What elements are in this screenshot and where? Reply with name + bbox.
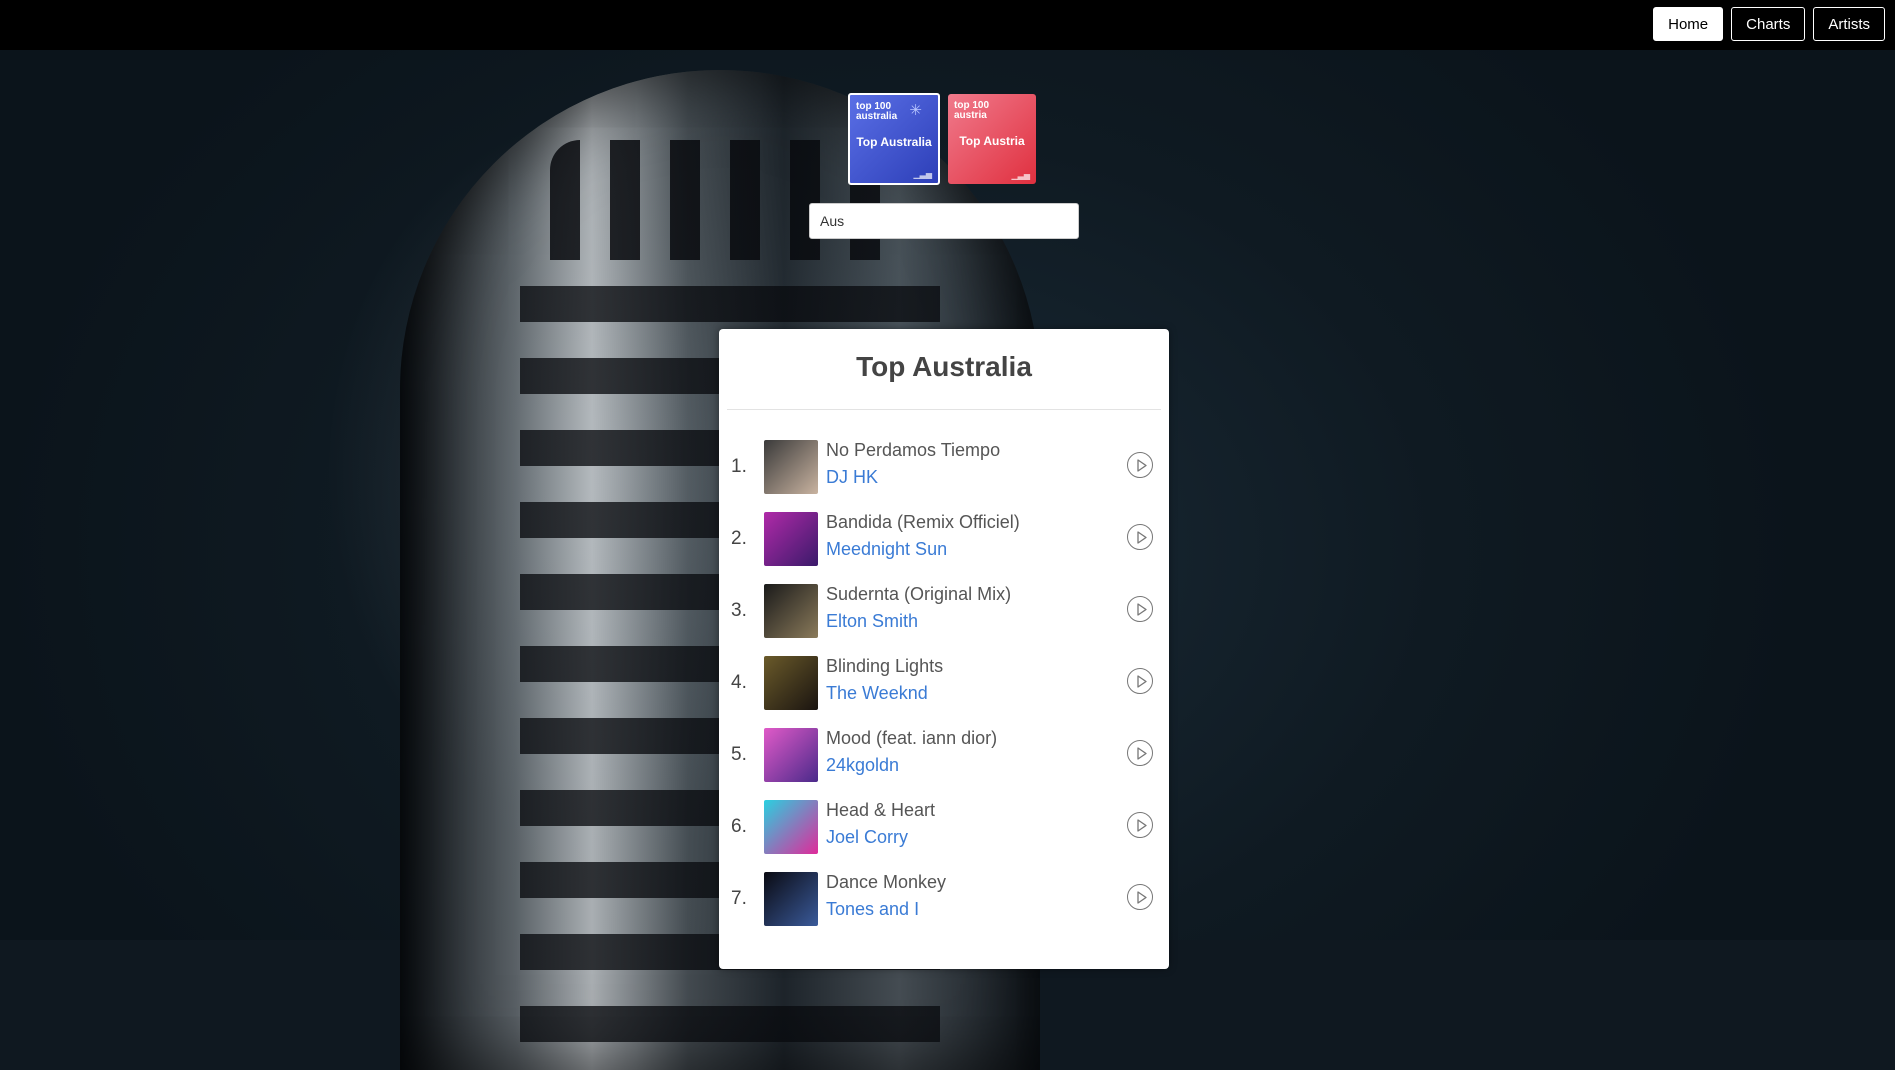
track-list: 1. No Perdamos Tiempo DJ HK 2. Bandida (Remi… — [719, 440, 1169, 944]
tile-small-label: australia — [856, 111, 898, 122]
track-row: 7. Dance Monkey Tones and I — [719, 872, 1169, 944]
track-row: 2. Bandida (Remix Officiel) Meednight Sun — [719, 512, 1169, 584]
track-artist-link[interactable]: The Weeknd — [826, 683, 928, 704]
track-rank: 3. — [731, 600, 747, 621]
tile-title: Top Australia — [856, 135, 932, 149]
tile-title: Top Austria — [959, 134, 1025, 148]
track-artist-link[interactable]: Elton Smith — [826, 611, 918, 632]
track-title: No Perdamos Tiempo — [826, 440, 1001, 460]
divider — [727, 409, 1161, 410]
play-icon[interactable] — [1127, 668, 1153, 694]
album-cover — [764, 440, 818, 494]
top-navbar: Home Charts Artists — [0, 0, 1895, 50]
chart-card: Top Australia 1. No Perdamos Tiempo DJ HK 2… — [719, 329, 1169, 969]
chart-title: Top Australia — [856, 351, 1032, 382]
track-rank: 2. — [731, 528, 747, 549]
album-cover — [764, 872, 818, 926]
track-row: 1. No Perdamos Tiempo DJ HK — [719, 440, 1169, 512]
track-artist-link[interactable]: DJ HK — [826, 467, 878, 488]
nav-charts-button[interactable]: Charts — [1731, 7, 1806, 41]
chart-tiles: top 100 australia ✳ Top Australia ▁▃▅ to… — [848, 93, 1036, 185]
track-artist-link[interactable]: Joel Corry — [826, 827, 908, 848]
play-icon[interactable] — [1127, 452, 1153, 478]
track-title: Sudernta (Original Mix) — [826, 584, 1012, 604]
album-cover — [764, 584, 818, 638]
track-title: Bandida (Remix Officiel) — [826, 512, 1020, 532]
star-icon: ✳ — [909, 102, 922, 119]
tile-small-label: austria — [954, 110, 987, 121]
track-artist-link[interactable]: 24kgoldn — [826, 755, 899, 776]
track-row: 6. Head & Heart Joel Corry — [719, 800, 1169, 872]
track-rank: 6. — [731, 816, 747, 837]
track-row: 3. Sudernta (Original Mix) Elton Smith — [719, 584, 1169, 656]
album-cover — [764, 656, 818, 710]
track-title: Head & Heart — [826, 800, 936, 820]
track-title: Mood (feat. iann dior) — [826, 728, 998, 748]
play-icon[interactable] — [1127, 740, 1153, 766]
album-cover — [764, 512, 818, 566]
chart-tile-top-australia[interactable]: top 100 australia ✳ Top Australia ▁▃▅ — [848, 93, 940, 185]
bars-icon: ▁▃▅ — [1011, 171, 1030, 180]
track-rank: 5. — [731, 744, 747, 765]
nav-artists-button[interactable]: Artists — [1813, 7, 1885, 41]
track-title: Dance Monkey — [826, 872, 947, 892]
track-row: 5. Mood (feat. iann dior) 24kgoldn — [719, 728, 1169, 800]
bars-icon: ▁▃▅ — [913, 170, 932, 179]
track-artist-link[interactable]: Meednight Sun — [826, 539, 947, 560]
track-title: Blinding Lights — [826, 656, 944, 676]
album-cover — [764, 800, 818, 854]
album-cover — [764, 728, 818, 782]
chart-tile-top-austria[interactable]: top 100 austria Top Austria ▁▃▅ — [948, 94, 1036, 184]
play-icon[interactable] — [1127, 812, 1153, 838]
track-row: 4. Blinding Lights The Weeknd — [719, 656, 1169, 728]
nav-buttons: Home Charts Artists — [1653, 7, 1885, 41]
play-icon[interactable] — [1127, 884, 1153, 910]
track-rank: 1. — [731, 456, 747, 477]
track-artist-link[interactable]: Tones and I — [826, 899, 919, 920]
nav-home-button[interactable]: Home — [1653, 7, 1724, 41]
track-rank: 4. — [731, 672, 747, 693]
search-input[interactable] — [809, 203, 1079, 239]
play-icon[interactable] — [1127, 524, 1153, 550]
track-rank: 7. — [731, 888, 747, 909]
play-icon[interactable] — [1127, 596, 1153, 622]
